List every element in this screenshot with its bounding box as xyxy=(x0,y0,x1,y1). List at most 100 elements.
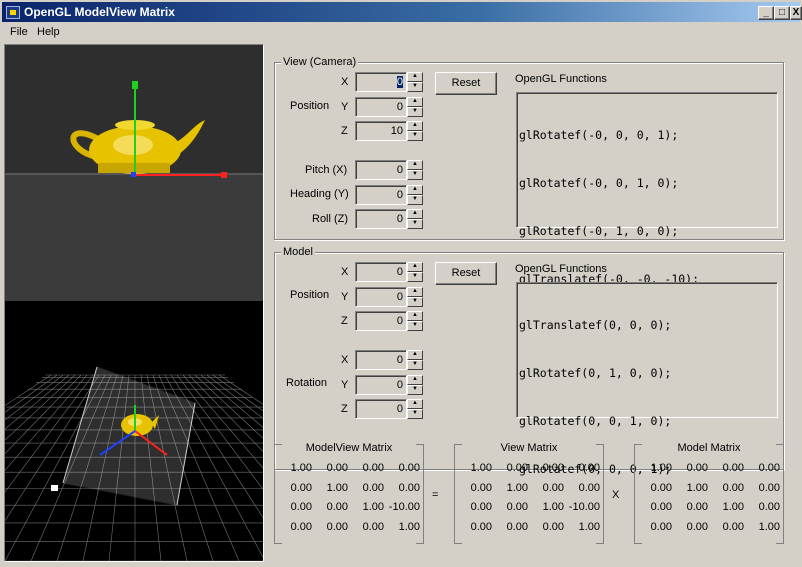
matrix-cell: 0.00 xyxy=(686,462,708,474)
menu-bar: File Help xyxy=(0,22,802,42)
maximize-button[interactable]: □ xyxy=(774,6,790,20)
heading-label: Heading (Y) xyxy=(290,188,349,200)
view-matrix: View Matrix 1.00 0.00 0.00 0.00 0.00 1.00 0.00 0… xyxy=(454,442,604,548)
camera-view-lower xyxy=(5,173,263,301)
spin-up-icon[interactable]: ▲ xyxy=(407,185,423,195)
matrix-cell: 0.00 xyxy=(722,462,744,474)
minimize-button[interactable]: _ xyxy=(758,6,774,20)
spin-up-icon[interactable]: ▲ xyxy=(407,399,423,409)
spin-down-icon[interactable]: ▼ xyxy=(407,82,423,92)
matrix-cell: 0.00 xyxy=(398,481,420,494)
spin-down-icon[interactable]: ▼ xyxy=(407,385,423,395)
spin-up-icon[interactable]: ▲ xyxy=(407,209,423,219)
model-rx-input[interactable]: 0 xyxy=(355,350,407,370)
matrix-title: View Matrix xyxy=(500,442,558,454)
matrix-cell: 0.00 xyxy=(758,501,780,513)
menu-file[interactable]: File xyxy=(10,26,28,38)
spin-down-icon[interactable]: ▼ xyxy=(407,272,423,282)
view-z-spinner[interactable]: 10 ▲ ▼ xyxy=(355,121,425,141)
camera-icon xyxy=(51,485,58,491)
matrix-cell: 1.00 xyxy=(326,481,348,494)
roll-spinner[interactable]: 0 ▲ ▼ xyxy=(355,209,425,229)
model-ry-input[interactable]: 0 xyxy=(355,375,407,395)
model-y-label: Y xyxy=(341,291,349,303)
pitch-spinner[interactable]: 0 ▲ ▼ xyxy=(355,160,425,180)
code-line: glRotatef(-0, 0, 0, 1); xyxy=(519,128,679,142)
model-reset-button[interactable]: Reset xyxy=(435,262,497,285)
roll-input[interactable]: 0 xyxy=(355,209,407,229)
pitch-input[interactable]: 0 xyxy=(355,160,407,180)
spin-up-icon[interactable]: ▲ xyxy=(407,375,423,385)
matrix-cell: 0.00 xyxy=(506,462,528,474)
spin-up-icon[interactable]: ▲ xyxy=(407,287,423,297)
model-functions-label: OpenGL Functions xyxy=(515,263,607,275)
view-x-input[interactable]: 0 xyxy=(355,72,407,92)
close-button[interactable]: X xyxy=(790,6,802,20)
model-z-input[interactable]: 0 xyxy=(355,311,407,331)
view-code-box[interactable]: glRotatef(-0, 0, 0, 1); glRotatef(-0, 0,… xyxy=(516,92,778,286)
matrix-cell: 0.00 xyxy=(470,520,492,533)
matrix-cell: 1.00 xyxy=(686,481,708,494)
spin-down-icon[interactable]: ▼ xyxy=(407,170,423,180)
matrix-cell: 0.00 xyxy=(470,501,492,513)
spin-up-icon[interactable]: ▲ xyxy=(407,121,423,131)
code-line: glRotatef(-0, 0, 1, 0); xyxy=(519,176,679,190)
spin-up-icon[interactable]: ▲ xyxy=(407,72,423,82)
view-y-spinner[interactable]: 0 ▲ ▼ xyxy=(355,97,425,117)
view-z-input[interactable]: 10 xyxy=(355,121,407,141)
matrix-cell: 0.00 xyxy=(290,520,312,533)
spin-down-icon[interactable]: ▼ xyxy=(407,195,423,205)
matrix-cell: 0.00 xyxy=(542,481,564,494)
model-rx-spinner[interactable]: 0 ▲ ▼ xyxy=(355,350,425,370)
matrix-cell: 0.00 xyxy=(542,520,564,533)
model-position-label: Position xyxy=(290,289,330,301)
model-x-spinner[interactable]: 0 ▲ ▼ xyxy=(355,262,425,282)
view-position-label: Position xyxy=(290,100,330,112)
gl-scene-svg[interactable] xyxy=(5,45,263,561)
model-ry-spinner[interactable]: 0 ▲ ▼ xyxy=(355,375,425,395)
spin-down-icon[interactable]: ▼ xyxy=(407,297,423,307)
heading-spinner[interactable]: 0 ▲ ▼ xyxy=(355,185,425,205)
matrix-cell: 0.00 xyxy=(506,520,528,533)
model-z-spinner[interactable]: 0 ▲ ▼ xyxy=(355,311,425,331)
spin-down-icon[interactable]: ▼ xyxy=(407,409,423,419)
matrix-cell: 1.00 xyxy=(542,501,564,513)
heading-input[interactable]: 0 xyxy=(355,185,407,205)
matrix-cell: 0.00 xyxy=(650,481,672,494)
view-y-input[interactable]: 0 xyxy=(355,97,407,117)
spin-up-icon[interactable]: ▲ xyxy=(407,262,423,272)
spin-down-icon[interactable]: ▼ xyxy=(407,360,423,370)
matrix-cell: 1.00 xyxy=(290,462,312,474)
spin-down-icon[interactable]: ▼ xyxy=(407,107,423,117)
matrix-cell: -10.00 xyxy=(568,501,600,513)
spin-down-icon[interactable]: ▼ xyxy=(407,131,423,141)
matrix-cell: 0.00 xyxy=(326,462,348,474)
model-y-input[interactable]: 0 xyxy=(355,287,407,307)
pitch-label: Pitch (X) xyxy=(305,164,348,176)
matrix-cell: 0.00 xyxy=(290,481,312,494)
title-bar[interactable]: OpenGL ModelView Matrix _ □ X xyxy=(0,0,802,22)
spin-up-icon[interactable]: ▲ xyxy=(407,350,423,360)
spin-up-icon[interactable]: ▲ xyxy=(407,160,423,170)
matrix-cell: 0.00 xyxy=(686,501,708,513)
spin-up-icon[interactable]: ▲ xyxy=(407,311,423,321)
view-group-label: View (Camera) xyxy=(281,56,359,68)
model-rz-spinner[interactable]: 0 ▲ ▼ xyxy=(355,399,425,419)
menu-help[interactable]: Help xyxy=(37,26,60,38)
modelview-matrix: ModelView Matrix 1.00 0.00 0.00 0.00 0.00 1.00… xyxy=(274,442,424,548)
model-rz-input[interactable]: 0 xyxy=(355,399,407,419)
spin-up-icon[interactable]: ▲ xyxy=(407,97,423,107)
gl-viewports[interactable] xyxy=(4,44,264,562)
matrix-cell: 0.00 xyxy=(686,520,708,533)
model-y-spinner[interactable]: 0 ▲ ▼ xyxy=(355,287,425,307)
spin-down-icon[interactable]: ▼ xyxy=(407,219,423,229)
model-x-input[interactable]: 0 xyxy=(355,262,407,282)
matrix-cell: 0.00 xyxy=(758,462,780,474)
view-x-spinner[interactable]: 0 ▲ ▼ xyxy=(355,72,425,92)
spin-down-icon[interactable]: ▼ xyxy=(407,321,423,331)
matrix-cell: 0.00 xyxy=(578,481,600,494)
matrix-cell: 0.00 xyxy=(578,462,600,474)
view-reset-button[interactable]: Reset xyxy=(435,72,497,95)
model-ry-label: Y xyxy=(341,379,349,391)
model-code-box[interactable]: glTranslatef(0, 0, 0); glRotatef(0, 1, 0… xyxy=(516,282,778,476)
